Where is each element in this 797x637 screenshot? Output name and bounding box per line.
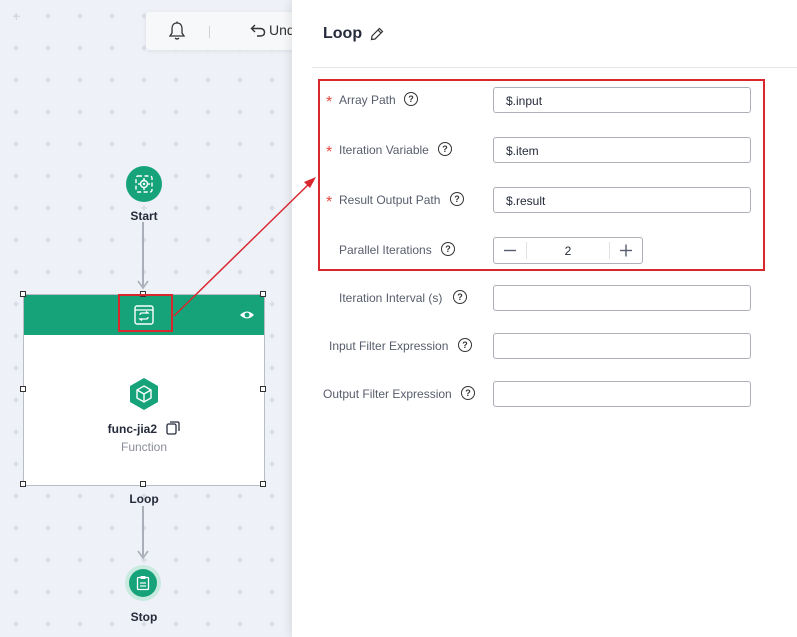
highlight-box-fields <box>318 79 765 271</box>
stop-node[interactable] <box>129 569 157 597</box>
connector-start-loop <box>142 222 144 286</box>
bell-icon[interactable] <box>168 21 186 46</box>
field-iteration-interval: Iteration Interval (s) ? <box>292 285 797 313</box>
function-type: Function <box>120 440 168 454</box>
help-icon[interactable]: ? <box>461 386 475 400</box>
help-icon[interactable]: ? <box>458 338 472 352</box>
field-input-filter: Input Filter Expression ? <box>292 333 797 361</box>
input-filter-label: Input Filter Expression <box>329 339 449 353</box>
undo-label: Und <box>269 22 292 38</box>
start-icon <box>135 175 153 193</box>
undo-icon <box>250 24 266 37</box>
resize-handle-l[interactable] <box>20 386 26 392</box>
output-filter-label: Output Filter Expression <box>323 387 452 401</box>
iteration-interval-label: Iteration Interval (s) <box>339 291 443 305</box>
arrowhead-icon <box>137 550 149 560</box>
field-output-filter: Output Filter Expression ? <box>292 381 797 409</box>
copy-icon[interactable] <box>166 421 180 435</box>
loop-label: Loop <box>129 492 159 506</box>
stop-label: Stop <box>130 610 158 624</box>
arrowhead-icon <box>137 280 149 290</box>
undo-button[interactable]: Und <box>250 22 292 38</box>
resize-handle-tr[interactable] <box>260 291 266 297</box>
function-icon <box>130 378 158 410</box>
panel-title: Loop <box>323 25 363 42</box>
highlight-box-loop-icon <box>118 294 173 332</box>
iteration-interval-input[interactable] <box>493 285 751 311</box>
toolbar-separator <box>209 26 210 38</box>
resize-handle-bl[interactable] <box>20 481 26 487</box>
edit-icon[interactable] <box>370 27 384 41</box>
resize-handle-b[interactable] <box>140 481 146 487</box>
resize-handle-r[interactable] <box>260 386 266 392</box>
panel-divider <box>312 67 797 68</box>
resize-handle-tl[interactable] <box>20 291 26 297</box>
resize-handle-br[interactable] <box>260 481 266 487</box>
start-label: Start <box>130 209 158 223</box>
connector-loop-stop <box>142 506 144 556</box>
canvas-toolbar: Und <box>146 12 292 50</box>
function-name-text: func-jia2 <box>107 422 157 436</box>
input-filter-input[interactable] <box>493 333 751 359</box>
eye-icon[interactable] <box>239 309 255 321</box>
help-icon[interactable]: ? <box>453 290 467 304</box>
start-node[interactable] <box>126 166 162 202</box>
stop-icon <box>136 576 150 591</box>
output-filter-input[interactable] <box>493 381 751 407</box>
function-name: func-jia2 <box>24 421 264 436</box>
